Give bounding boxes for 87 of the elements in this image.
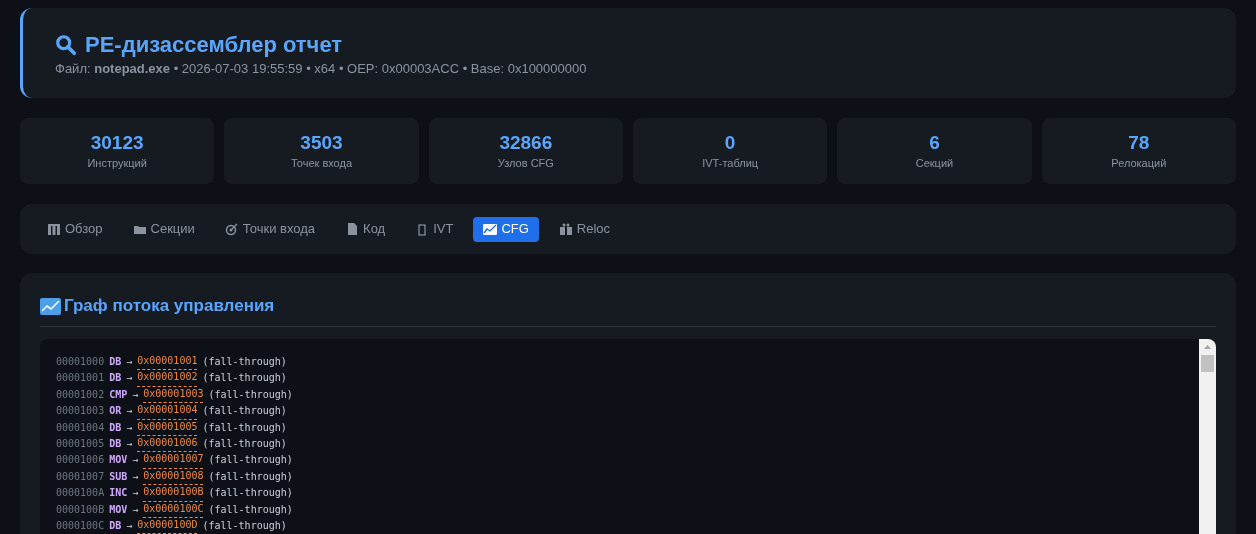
address: 0000100C bbox=[56, 519, 105, 534]
tab[interactable]: Обзор bbox=[37, 216, 113, 242]
mnemonic: OR bbox=[109, 404, 122, 419]
edge-note: (fall-through) bbox=[202, 437, 287, 452]
address: 00001006 bbox=[56, 453, 105, 468]
columns-icon bbox=[47, 222, 61, 236]
address: 00001001 bbox=[56, 371, 105, 386]
arrow-text: → bbox=[126, 420, 133, 435]
tab[interactable]: IVT bbox=[405, 216, 464, 242]
arrow-text: → bbox=[126, 437, 133, 452]
edge-note: (fall-through) bbox=[208, 502, 293, 517]
edge-note: (fall-through) bbox=[202, 420, 287, 435]
edge-note: (fall-through) bbox=[208, 387, 293, 402]
arrow-text: → bbox=[126, 355, 133, 369]
target-link[interactable]: 0x00001006 bbox=[137, 436, 198, 453]
address: 00001004 bbox=[56, 420, 105, 435]
arrow-text: → bbox=[132, 387, 139, 402]
target-link[interactable]: 0x0000100C bbox=[143, 501, 204, 519]
edge-note: (fall-through) bbox=[202, 355, 287, 369]
search-icon bbox=[55, 34, 77, 56]
address: 0000100B bbox=[56, 502, 105, 517]
mnemonic: MOV bbox=[109, 453, 128, 468]
chart-icon bbox=[40, 297, 61, 315]
edge-note: (fall-through) bbox=[202, 519, 287, 534]
edge-note: (fall-through) bbox=[202, 371, 287, 386]
stat-label: Узлов CFG bbox=[497, 156, 554, 171]
address: 00001003 bbox=[56, 404, 105, 419]
edge-note: (fall-through) bbox=[208, 453, 293, 468]
tab[interactable]: Точки входа bbox=[214, 216, 326, 242]
stat-label: IVT-таблиц bbox=[702, 156, 759, 171]
tab[interactable]: Reloc bbox=[548, 216, 621, 242]
arrow-text: → bbox=[126, 519, 133, 534]
scroll-thumb[interactable] bbox=[1201, 355, 1214, 372]
mnemonic: DB bbox=[109, 420, 122, 435]
address: 00001007 bbox=[56, 469, 105, 484]
tab[interactable]: Код bbox=[335, 216, 396, 242]
arrow-text: → bbox=[132, 486, 139, 501]
mnemonic: DB bbox=[109, 437, 122, 452]
target-link[interactable]: 0x00001005 bbox=[137, 419, 198, 437]
edge-note: (fall-through) bbox=[208, 486, 293, 501]
arrow-text: → bbox=[132, 453, 139, 468]
chart-icon bbox=[483, 222, 498, 236]
edge-note: (fall-through) bbox=[208, 469, 293, 484]
mnemonic: DB bbox=[109, 371, 122, 386]
stat-value: 32866 bbox=[499, 131, 553, 155]
target-link[interactable]: 0x00001008 bbox=[143, 468, 204, 486]
tab[interactable]: Секции bbox=[122, 216, 205, 242]
target-link[interactable]: 0x00001001 bbox=[137, 354, 198, 371]
stat-label: Релокаций bbox=[1111, 156, 1167, 171]
target-icon bbox=[224, 222, 239, 236]
mnemonic: SUB bbox=[109, 469, 128, 484]
stat-value: 30123 bbox=[90, 131, 144, 155]
stat-value: 78 bbox=[1128, 131, 1150, 155]
mnemonic: MOV bbox=[109, 502, 128, 517]
gift-icon bbox=[558, 222, 573, 236]
address: 00001002 bbox=[56, 387, 105, 402]
arrow-text: → bbox=[126, 371, 133, 386]
target-link[interactable]: 0x00001007 bbox=[143, 452, 204, 469]
mnemonic: DB bbox=[109, 519, 122, 534]
section-title: Граф потока управления bbox=[64, 295, 275, 317]
report-title: PE-дизассемблер отчет bbox=[85, 31, 343, 59]
mnemonic: DB bbox=[109, 355, 122, 369]
arrow-text: → bbox=[126, 404, 133, 419]
mnemonic: INC bbox=[109, 486, 128, 501]
document-icon bbox=[345, 222, 360, 236]
stat-value: 3503 bbox=[300, 131, 343, 155]
arrow-text: → bbox=[132, 502, 139, 517]
mnemonic: CMP bbox=[109, 387, 128, 402]
address: 00001000 bbox=[56, 355, 105, 369]
report-meta: Файл: notepad.exe • 2026-07-03 19:55:59 • x64 • OEP: 0x00003ACC • Base: 0x100000000 bbox=[55, 61, 588, 77]
stat-label: Инструкций bbox=[87, 156, 147, 171]
target-link[interactable]: 0x00001002 bbox=[137, 370, 198, 387]
arrow-text: → bbox=[132, 469, 139, 484]
address: 00001005 bbox=[56, 437, 105, 452]
target-link[interactable]: 0x0000100B bbox=[143, 485, 204, 502]
stat-label: Секций bbox=[915, 156, 954, 171]
edge-note: (fall-through) bbox=[202, 404, 287, 419]
address: 0000100A bbox=[56, 486, 105, 501]
target-link[interactable]: 0x00001003 bbox=[143, 386, 204, 404]
scrollbar[interactable] bbox=[1199, 339, 1216, 534]
stat-label: Точек входа bbox=[290, 156, 353, 171]
target-link[interactable]: 0x0000100D bbox=[137, 518, 198, 534]
tab[interactable]: CFG bbox=[473, 216, 539, 242]
stat-value: 0 bbox=[724, 131, 736, 155]
scroll-up-icon[interactable] bbox=[1204, 345, 1211, 349]
stat-value: 6 bbox=[929, 131, 940, 155]
target-link[interactable]: 0x00001004 bbox=[137, 403, 198, 420]
